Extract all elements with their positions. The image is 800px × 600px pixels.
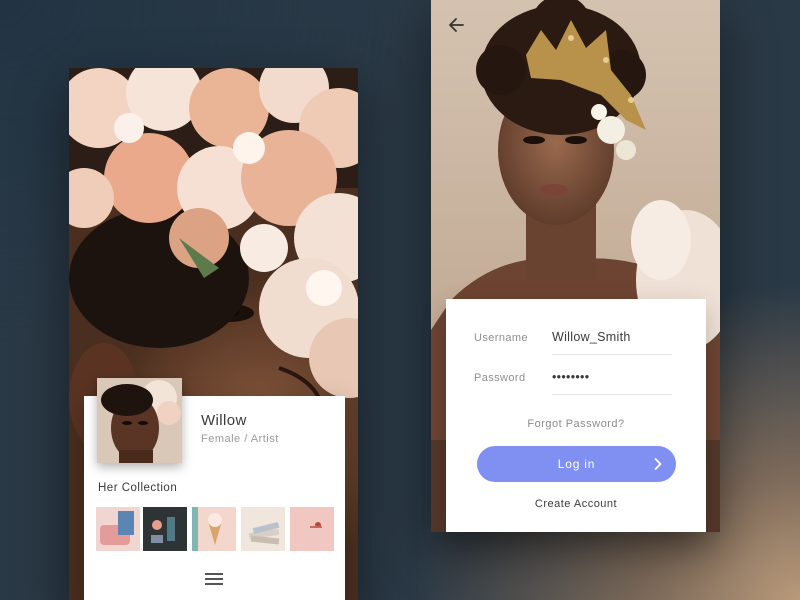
password-underline bbox=[552, 394, 672, 395]
login-button[interactable]: Log in bbox=[477, 446, 676, 482]
pink-wall-thumbnail[interactable] bbox=[290, 507, 334, 551]
create-account-link[interactable]: Create Account bbox=[446, 498, 706, 510]
profile-role: Female / Artist bbox=[201, 433, 279, 445]
menu-icon[interactable] bbox=[205, 573, 223, 586]
profile-name: Willow bbox=[201, 412, 247, 429]
dark-objects-thumbnail[interactable] bbox=[143, 507, 187, 551]
chevron-right-icon bbox=[654, 458, 662, 470]
password-input[interactable] bbox=[552, 370, 672, 384]
password-label: Password bbox=[474, 372, 526, 384]
forgot-password-link[interactable]: Forgot Password? bbox=[446, 418, 706, 430]
username-input[interactable] bbox=[552, 330, 672, 344]
book-stack-thumbnail[interactable] bbox=[241, 507, 285, 551]
pink-sofa-thumbnail[interactable] bbox=[96, 507, 140, 551]
ice-cream-thumbnail[interactable] bbox=[192, 507, 236, 551]
username-label: Username bbox=[474, 332, 528, 344]
username-underline bbox=[552, 354, 672, 355]
collection-title: Her Collection bbox=[98, 482, 178, 494]
avatar[interactable] bbox=[97, 378, 182, 463]
login-button-label: Log in bbox=[557, 457, 596, 471]
back-arrow-icon[interactable] bbox=[446, 15, 466, 35]
